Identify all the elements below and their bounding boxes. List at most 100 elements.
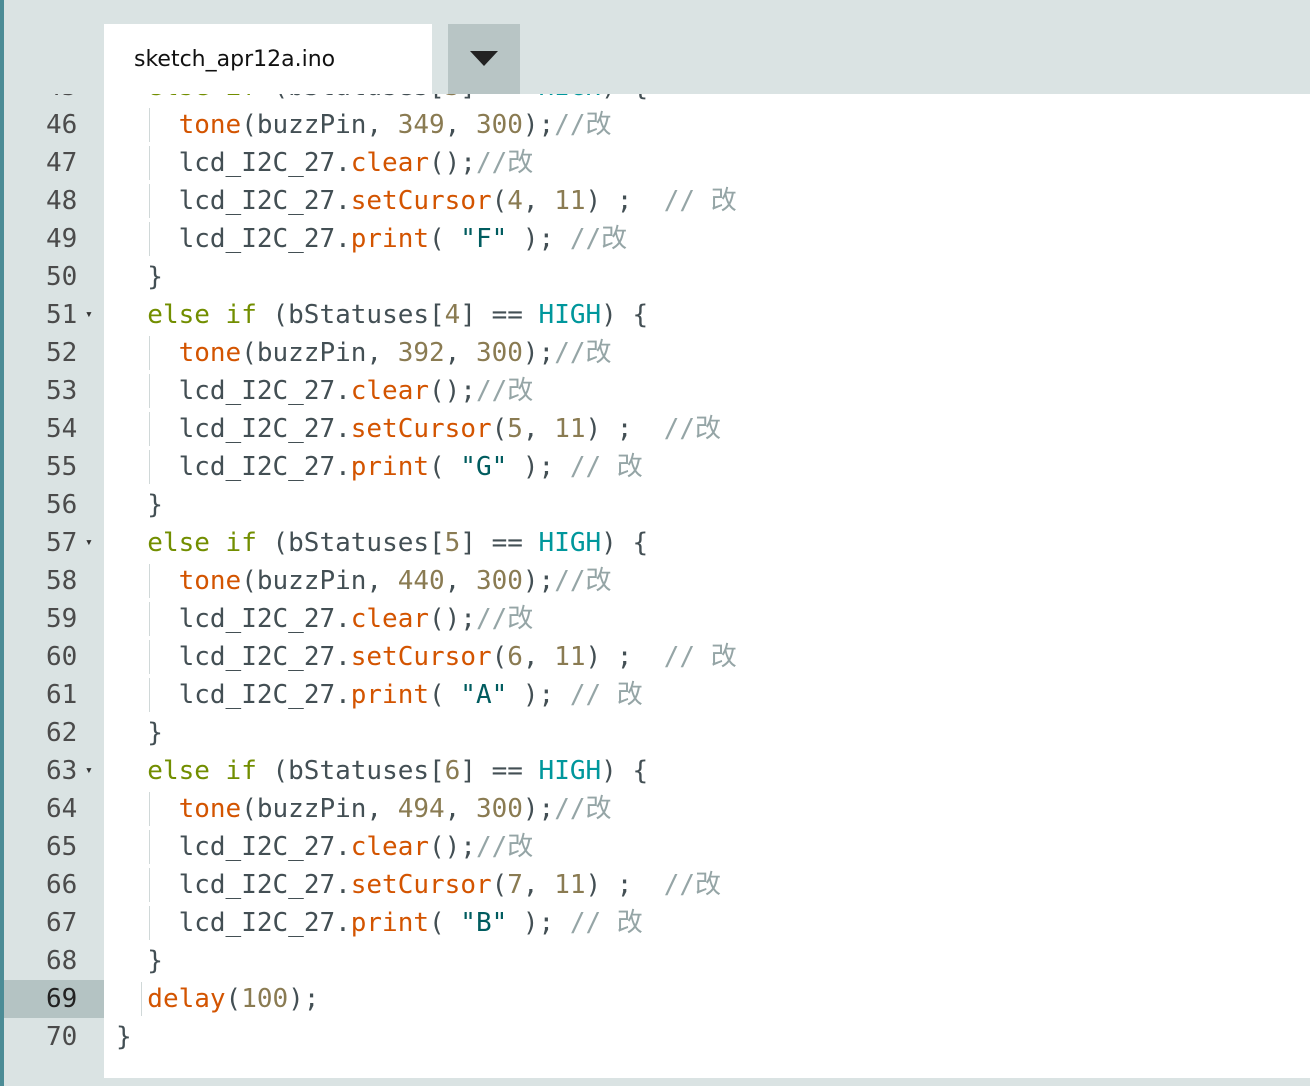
code-line[interactable]: else if (bStatuses[3] == HIGH) { xyxy=(104,94,1310,106)
code-line[interactable]: lcd_I2C_27. setCursor(5, 11) ; //改 xyxy=(104,410,1310,448)
code-line[interactable]: else if (bStatuses[5] == HIGH) { xyxy=(104,524,1310,562)
gutter-line[interactable]: 59 xyxy=(4,600,104,638)
code-line[interactable]: tone (buzzPin, 494, 300);//改 xyxy=(104,790,1310,828)
line-number: 45 xyxy=(46,94,77,106)
fold-arrow-icon[interactable]: ▾ xyxy=(85,752,93,790)
fold-arrow-icon[interactable]: ▾ xyxy=(85,524,93,562)
code-token: ] xyxy=(460,756,492,786)
code-token: (bStatuses[ xyxy=(257,94,444,106)
code-token: else xyxy=(147,94,210,106)
code-token: //改 xyxy=(663,414,722,444)
gutter-line[interactable]: 51 ▾ xyxy=(4,296,104,334)
code-line[interactable]: } xyxy=(104,714,1310,752)
gutter-line[interactable]: 52 xyxy=(4,334,104,372)
line-number: 58 xyxy=(46,566,78,596)
code-token: else xyxy=(147,300,210,330)
code-token: ) ; xyxy=(585,642,664,672)
code-line[interactable]: lcd_I2C_27. setCursor(6, 11) ; // 改 xyxy=(104,638,1310,676)
code-token: (buzzPin, xyxy=(241,338,398,368)
line-number: 52 xyxy=(46,338,78,368)
code-line[interactable]: tone (buzzPin, 349, 300);//改 xyxy=(104,106,1310,144)
fold-arrow-icon[interactable]: ▾ xyxy=(85,296,93,334)
gutter-line[interactable]: 58 xyxy=(4,562,104,600)
tab-sketch-file[interactable]: sketch_apr12a.ino xyxy=(104,24,432,94)
gutter-line[interactable]: 54 xyxy=(4,410,104,448)
tab-menu-button[interactable] xyxy=(448,24,520,94)
gutter-line[interactable]: 61 xyxy=(4,676,104,714)
code-token: print xyxy=(350,224,430,254)
gutter-line[interactable]: 63 ▾ xyxy=(4,752,104,790)
code-token: 300 xyxy=(475,794,523,824)
code-token: ); xyxy=(507,224,570,254)
gutter-line[interactable]: 48 xyxy=(4,182,104,220)
indent-guide xyxy=(149,830,151,864)
code-line[interactable]: lcd_I2C_27. print( "F" ); //改 xyxy=(104,220,1310,258)
gutter-line[interactable]: 55 xyxy=(4,448,104,486)
code-token: tone xyxy=(178,110,242,140)
indent-guide xyxy=(149,374,151,408)
code-token: ); xyxy=(522,794,555,824)
code-token: ) { xyxy=(601,94,648,106)
code-line[interactable]: else if (bStatuses[4] == HIGH) { xyxy=(104,296,1310,334)
code-token: , xyxy=(444,566,476,596)
code-token: } xyxy=(147,490,163,520)
code-token: "A" xyxy=(460,680,508,710)
code-line[interactable]: tone (buzzPin, 440, 300);//改 xyxy=(104,562,1310,600)
gutter-line[interactable]: 64 xyxy=(4,790,104,828)
code-token: //改 xyxy=(554,338,612,368)
gutter-line[interactable]: 65 xyxy=(4,828,104,866)
gutter-line[interactable]: 67 xyxy=(4,904,104,942)
gutter-line[interactable]: 50 xyxy=(4,258,104,296)
indent-guide xyxy=(149,602,151,636)
code-token: lcd_I2C_27. xyxy=(178,376,351,406)
code-line[interactable]: else if (bStatuses[6] == HIGH) { xyxy=(104,752,1310,790)
code-token: } xyxy=(147,946,163,976)
code-line[interactable]: } xyxy=(104,258,1310,296)
gutter-line[interactable]: 45 ▾ xyxy=(4,94,104,106)
code-line[interactable]: lcd_I2C_27. clear ();//改 xyxy=(104,828,1310,866)
fold-arrow-icon[interactable]: ▾ xyxy=(85,94,93,106)
code-line[interactable]: tone (buzzPin, 392, 300);//改 xyxy=(104,334,1310,372)
code-line[interactable]: lcd_I2C_27. clear ();//改 xyxy=(104,372,1310,410)
line-number: 47 xyxy=(46,148,78,178)
line-number: 49 xyxy=(46,224,78,254)
code-line[interactable]: lcd_I2C_27. print( "G" ); // 改 xyxy=(104,448,1310,486)
gutter-line[interactable]: 66 xyxy=(4,866,104,904)
code-token: ( xyxy=(429,452,461,482)
gutter-line[interactable]: 70 xyxy=(4,1018,104,1056)
gutter-line[interactable]: 49 xyxy=(4,220,104,258)
code-token: 5 xyxy=(507,414,523,444)
gutter-line[interactable]: 68 xyxy=(4,942,104,980)
code-token: setCursor xyxy=(350,870,492,900)
line-number-gutter[interactable]: 45▾464748495051▾525354555657▾58596061626… xyxy=(4,94,104,1080)
code-line[interactable]: lcd_I2C_27. setCursor(4, 11) ; // 改 xyxy=(104,182,1310,220)
code-line[interactable]: } xyxy=(104,1018,1310,1056)
code-token: == xyxy=(492,94,523,106)
gutter-line[interactable]: 60 xyxy=(4,638,104,676)
gutter-line[interactable]: 57 ▾ xyxy=(4,524,104,562)
code-line[interactable]: lcd_I2C_27. setCursor(7, 11) ; //改 xyxy=(104,866,1310,904)
code-line[interactable]: lcd_I2C_27. clear ();//改 xyxy=(104,600,1310,638)
code-line[interactable]: lcd_I2C_27. print( "B" ); // 改 xyxy=(104,904,1310,942)
code-token: lcd_I2C_27. xyxy=(178,870,351,900)
gutter-line[interactable]: 47 xyxy=(4,144,104,182)
code-token: == xyxy=(491,756,523,786)
code-line[interactable]: delay(100); xyxy=(104,980,1310,1018)
code-editor[interactable]: else if (bStatuses[3] == HIGH) {tone(buz… xyxy=(104,94,1310,1078)
gutter-line[interactable]: 69 xyxy=(4,980,104,1018)
code-token: //改 xyxy=(475,148,534,178)
gutter-line[interactable]: 53 xyxy=(4,372,104,410)
code-line[interactable]: lcd_I2C_27. print( "A" ); // 改 xyxy=(104,676,1310,714)
gutter-line[interactable]: 46 xyxy=(4,106,104,144)
code-token: 11 xyxy=(554,642,586,672)
code-token: ); xyxy=(507,680,570,710)
code-line[interactable]: } xyxy=(104,486,1310,524)
code-line[interactable]: lcd_I2C_27. clear ();//改 xyxy=(104,144,1310,182)
code-token: lcd_I2C_27. xyxy=(178,832,351,862)
line-number: 68 xyxy=(46,946,78,976)
code-line[interactable]: } xyxy=(104,942,1310,980)
gutter-line[interactable]: 62 xyxy=(4,714,104,752)
gutter-line[interactable]: 56 xyxy=(4,486,104,524)
